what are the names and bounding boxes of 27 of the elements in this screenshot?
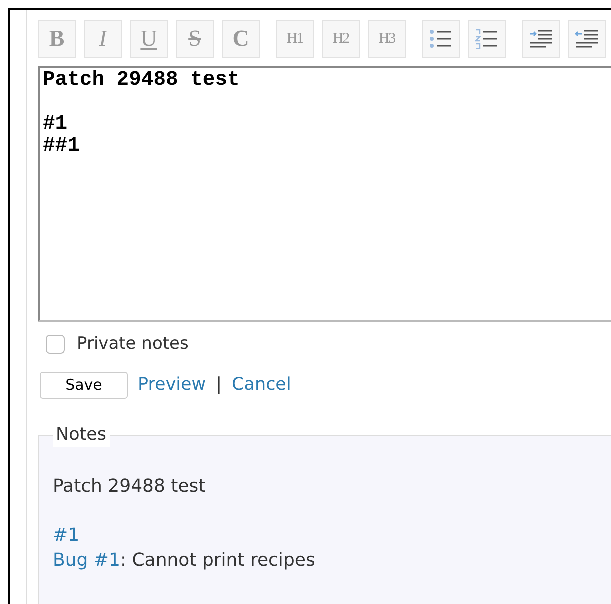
numbered-list-icon	[475, 29, 499, 49]
format-button[interactable]: H1	[276, 20, 314, 58]
outdent-button[interactable]	[568, 20, 606, 58]
issue-link[interactable]: Bug #1	[53, 550, 120, 570]
separator-text: |	[216, 374, 222, 397]
note-text: Patch 29488 test	[53, 476, 206, 496]
checkbox[interactable]	[46, 335, 65, 354]
indent-icon	[529, 29, 553, 49]
format-button[interactable]: I	[84, 20, 122, 58]
checkbox-label: Private notes	[77, 333, 189, 356]
format-button[interactable]: B	[38, 20, 76, 58]
cancel-link[interactable]: Cancel	[232, 372, 292, 398]
numbered-list-button[interactable]	[468, 20, 506, 58]
format-button[interactable]: S	[176, 20, 214, 58]
outdent-icon	[575, 29, 599, 49]
format-button[interactable]: H2	[322, 20, 360, 58]
save-button[interactable]: Save	[40, 372, 128, 398]
format-button[interactable]: C	[222, 20, 260, 58]
bullet-list-icon	[429, 29, 453, 49]
format-button[interactable]: H3	[368, 20, 406, 58]
bullet-list-button[interactable]	[422, 20, 460, 58]
indent-button[interactable]	[522, 20, 560, 58]
issue-link[interactable]: #1	[53, 524, 80, 546]
text-editor[interactable]: Patch 29488 test #1 ##1	[38, 66, 611, 322]
preview-link[interactable]: Preview	[138, 372, 206, 398]
format-button[interactable]: U	[130, 20, 168, 58]
note-text: Bug #1: Cannot print recipes	[53, 550, 316, 570]
